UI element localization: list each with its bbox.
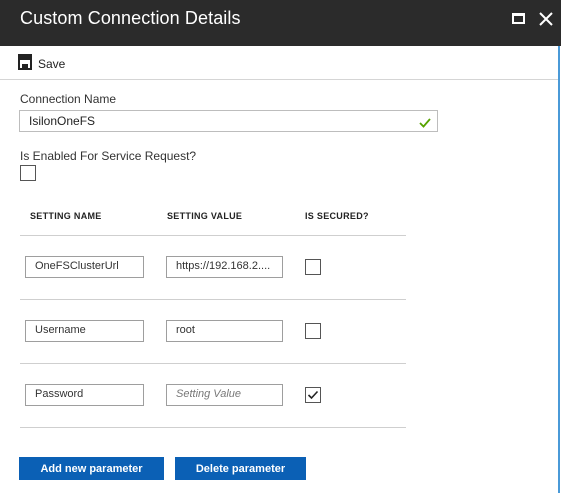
header-setting-value: SETTING VALUE (167, 211, 243, 221)
toolbar: Save (0, 46, 558, 80)
row-divider (20, 427, 406, 428)
panel-border (558, 46, 560, 493)
enabled-checkbox[interactable] (20, 165, 36, 181)
is-secured-checkbox[interactable] (305, 259, 321, 275)
window-title: Custom Connection Details (20, 8, 241, 28)
row-divider (20, 299, 406, 300)
save-button[interactable]: Save (18, 53, 66, 75)
setting-name-input[interactable]: Username (25, 320, 144, 342)
row-divider (20, 363, 406, 364)
is-secured-checkbox[interactable] (305, 387, 321, 403)
setting-value-input[interactable]: https://192.168.2.... (166, 256, 283, 278)
setting-name-input[interactable]: OneFSClusterUrl (25, 256, 144, 278)
add-parameter-button[interactable]: Add new parameter (19, 457, 164, 480)
header-divider (20, 235, 406, 236)
header-setting-name: SETTING NAME (30, 211, 102, 221)
checkmark-icon (419, 115, 431, 133)
header-is-secured: IS SECURED? (305, 211, 369, 221)
maximize-icon[interactable] (510, 10, 528, 28)
connection-name-input[interactable]: IsilonOneFS (19, 110, 438, 132)
title-bar: Custom Connection Details (0, 0, 561, 46)
setting-value-input[interactable]: Setting Value (166, 384, 283, 406)
connection-name-label: Connection Name (20, 92, 117, 106)
enabled-label: Is Enabled For Service Request? (20, 149, 197, 163)
is-secured-checkbox[interactable] (305, 323, 321, 339)
checkmark-icon (307, 390, 319, 400)
save-label: Save (38, 57, 66, 71)
setting-name-input[interactable]: Password (25, 384, 144, 406)
delete-parameter-button[interactable]: Delete parameter (175, 457, 306, 480)
setting-value-input[interactable]: root (166, 320, 283, 342)
save-icon (18, 53, 32, 75)
close-icon[interactable] (537, 10, 555, 28)
